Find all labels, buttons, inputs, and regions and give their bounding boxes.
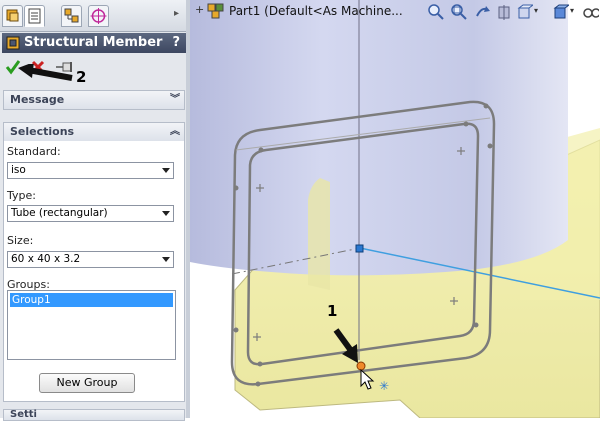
groups-list[interactable]: Group1 — [7, 290, 176, 360]
new-group-button[interactable]: New Group — [39, 373, 135, 393]
type-select[interactable]: Tube (rectangular) — [7, 205, 174, 222]
configuration-manager-tab[interactable] — [61, 5, 82, 27]
callout-2-arrow — [18, 64, 73, 81]
selections-section-header[interactable]: Selections ︽ — [4, 123, 184, 141]
type-value: Tube (rectangular) — [11, 207, 108, 219]
help-button[interactable]: ? — [172, 33, 180, 53]
double-chevron-up-icon[interactable]: ︽ — [170, 123, 180, 141]
view-orientation-icon[interactable] — [517, 4, 533, 20]
origin-point[interactable] — [355, 244, 364, 253]
property-manager-panel: ▸ Structural Member ? 2 Message ︾ Select… — [0, 0, 190, 421]
property-manager-title: Structural Member — [24, 35, 163, 50]
standard-label: Standard: — [7, 145, 61, 158]
cylinder-body[interactable] — [190, 0, 568, 276]
chevron-down-icon — [162, 257, 170, 262]
double-chevron-down-icon[interactable]: ︾ — [170, 91, 180, 109]
message-section-title: Message — [10, 93, 65, 106]
snap-indicator-icon: ✳ — [379, 379, 389, 393]
standard-value: iso — [11, 164, 26, 176]
structural-member-icon — [6, 36, 20, 50]
message-section: Message ︾ — [3, 90, 185, 110]
size-label: Size: — [7, 234, 34, 247]
dimxpert-icon — [90, 8, 107, 24]
property-manager-icon — [28, 8, 41, 24]
message-section-header[interactable]: Message ︾ — [4, 91, 184, 109]
manager-tab-bar: ▸ — [0, 0, 190, 32]
configuration-manager-icon — [64, 8, 79, 23]
ok-cancel-row: 2 — [4, 58, 104, 86]
model-view[interactable]: ✳ — [190, 0, 600, 418]
callout-2-label: 2 — [76, 68, 87, 86]
tree-expand-icon[interactable]: + — [195, 3, 204, 16]
display-style-dropdown-arrow[interactable]: ▾ — [570, 6, 574, 15]
property-manager-title-bar: Structural Member ? — [2, 33, 188, 53]
standard-select[interactable]: iso — [7, 162, 174, 179]
type-label: Type: — [7, 189, 36, 202]
chevron-down-icon — [162, 168, 170, 173]
feature-manager-tab[interactable] — [2, 5, 23, 27]
list-item[interactable]: Group1 — [10, 293, 173, 307]
graphics-area[interactable]: ✳ 1 — [190, 0, 600, 418]
section-view-icon[interactable] — [497, 4, 513, 20]
settings-section-header[interactable]: Setti — [3, 409, 185, 421]
settings-section-title: Setti — [10, 409, 37, 420]
feature-manager-icon — [6, 9, 19, 22]
property-manager-tab[interactable] — [24, 5, 45, 27]
cylinder-cut-face — [308, 178, 330, 290]
part-icon[interactable] — [207, 3, 225, 19]
chevron-down-icon — [162, 211, 170, 216]
pierce-point[interactable] — [356, 361, 366, 371]
view-orientation-dropdown-arrow[interactable]: ▾ — [534, 6, 538, 15]
display-style-icon[interactable] — [553, 4, 569, 20]
previous-view-icon[interactable] — [474, 4, 490, 20]
dimxpert-tab[interactable] — [88, 5, 109, 27]
callout-1-label: 1 — [327, 302, 338, 320]
size-value: 60 x 40 x 3.2 — [11, 253, 81, 265]
size-select[interactable]: 60 x 40 x 3.2 — [7, 251, 174, 268]
zoom-area-icon[interactable] — [451, 4, 467, 20]
document-title[interactable]: Part1 (Default<As Machine... — [229, 4, 403, 18]
zoom-to-fit-icon[interactable] — [428, 4, 444, 20]
selections-section-title: Selections — [10, 125, 75, 138]
hide-show-icon[interactable] — [583, 4, 599, 20]
